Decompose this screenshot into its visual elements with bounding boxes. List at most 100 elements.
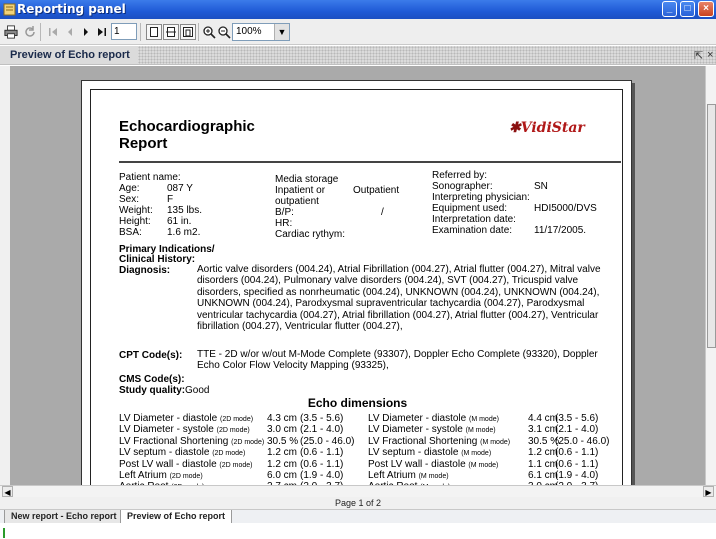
measurement-value: 4.4 cm [528,413,559,424]
rhythm-label: Cardiac rythym: [275,229,346,240]
logo-text: VidiStar [520,120,585,136]
referred-label: Referred by: [432,170,488,181]
toolbar-separator [140,23,141,41]
echo-row-label: LV Diameter - diastole (2D mode) [119,413,253,424]
echo-dimensions-title: Echo dimensions [307,396,408,410]
measurement-range: (3.5 - 5.6) [300,413,344,424]
measurement-name: LV septum - diastole [119,447,210,459]
clinical-history-label: Clinical History: [119,254,196,265]
measurement-mode: (M mode) [480,438,511,446]
zoom-out-icon [218,26,231,39]
measurement-range: (0.6 - 1.1) [300,458,344,470]
tab-new-report[interactable]: New report - Echo report [4,510,124,524]
zoom-select[interactable]: 100% ▼ [232,23,290,41]
measurement-mode: (2D mode) [231,438,265,446]
panel-header: Preview of Echo report ⇱ × [0,46,716,65]
single-page-icon [150,27,158,37]
first-page-button[interactable] [45,24,61,40]
minimize-button[interactable]: _ [662,1,677,17]
undock-icon[interactable]: ⇱ [694,49,703,62]
status-bar: Page 1 of 2 [0,497,716,509]
scroll-right-icon[interactable]: ▶ [703,486,714,497]
echo-row-label: LV Fractional Shortening (2D mode) [119,436,264,447]
exam-date-value: 11/17/2005. [534,225,587,236]
previous-page-button[interactable] [62,24,78,40]
measurement-value: 3.1 cm [528,424,559,436]
study-quality-value: Good [185,385,210,396]
zoom-in-button[interactable] [201,24,217,40]
maximize-icon: □ [684,3,691,14]
measurement-value: 1.2 cm [267,447,298,459]
minimize-icon: _ [666,3,673,14]
measurement-mode: (2D mode) [212,450,246,458]
measurement-mode: (M mode) [468,461,499,469]
echo-row-label: Left Atrium (M mode) [368,470,449,481]
echo-row-label: LV Fractional Shortening (M mode) [368,436,510,447]
viewer-gutter [0,66,10,485]
single-page-button[interactable] [146,24,162,40]
print-button[interactable] [3,24,19,40]
bsa-label: BSA: [119,227,142,238]
panel-title: Preview of Echo report [0,46,138,64]
weight-label: Weight: [119,205,153,216]
measurement-name: LV Diameter - diastole [119,413,218,424]
close-button[interactable]: × [698,1,714,17]
last-page-button[interactable] [94,24,110,40]
chevron-down-icon[interactable]: ▼ [274,24,289,40]
sonographer-label: Sonographer: [432,181,493,192]
vidistar-logo: ✱VidiStar [509,120,585,136]
maximize-button[interactable]: □ [680,1,695,17]
measurement-value: 30.5 % [267,435,299,447]
tab-preview-echo-report[interactable]: Preview of Echo report [120,510,233,524]
equipment-value: HDI5000/DVS [534,203,597,214]
print-icon [4,25,18,39]
refresh-button[interactable] [22,24,38,40]
vertical-scroll-thumb[interactable] [707,104,716,348]
horizontal-scrollbar[interactable]: ◀ ▶ [0,485,716,497]
patient-name-label: Patient name: [119,172,181,183]
measurement-mode: (2D mode) [216,427,250,435]
fit-width-icon [166,27,176,37]
measurement-range: (0.6 - 1.1) [555,447,599,459]
window-title-bar: Reporting panel _ □ × [0,0,716,19]
height-value: 61 in. [167,216,192,227]
echo-row-label: LV Diameter - systole (M mode) [368,424,496,435]
next-page-icon [84,28,88,36]
page-indicator: Page 1 of 2 [334,498,382,508]
panel-close-icon[interactable]: × [707,49,713,61]
zoom-out-button[interactable] [216,24,232,40]
measurement-name: LV septum - diastole [368,447,459,459]
bottom-strip [0,523,716,539]
measurement-name: Post LV wall - diastole [368,458,466,470]
age-value: 087 Y [167,183,193,194]
measurement-name: Left Atrium [368,470,416,481]
fit-width-button[interactable] [163,24,179,40]
echo-row-label: LV Diameter - diastole (M mode) [368,413,499,424]
report-viewer: Echocardiographic Report ✱VidiStar Patie… [10,66,705,485]
window-title: Reporting panel [17,2,126,16]
vertical-scrollbar[interactable] [705,66,716,485]
measurement-range: (2.1 - 4.0) [300,424,344,436]
interpreting-label: Interpreting physician: [432,192,530,203]
scroll-left-icon[interactable]: ◀ [2,486,13,497]
sex-value: F [167,194,174,205]
measurement-mode: (2D mode) [219,461,253,469]
fit-page-button[interactable] [180,24,196,40]
measurement-mode: (M mode) [465,427,496,435]
measurement-mode: (M mode) [418,473,449,480]
header-divider [119,161,621,163]
star-icon: ✱ [509,120,521,136]
page-number-input[interactable]: 1 [111,23,137,40]
tab-bar: New report - Echo report Preview of Echo… [0,509,716,524]
report-title-line1: Echocardiographic [119,118,255,135]
measurement-value: 6.0 cm [267,470,298,481]
zoom-in-icon [203,26,216,39]
cms-label: CMS Code(s): [119,374,185,385]
measurement-name: Post LV wall - diastole [119,458,217,470]
measurement-value: 1.2 cm [528,447,559,459]
toolbar-separator [198,23,199,41]
next-page-button[interactable] [78,24,94,40]
measurement-range: (1.9 - 4.0) [555,470,599,481]
measurement-name: LV Fractional Shortening [119,435,229,447]
cursor-mark [3,528,5,538]
